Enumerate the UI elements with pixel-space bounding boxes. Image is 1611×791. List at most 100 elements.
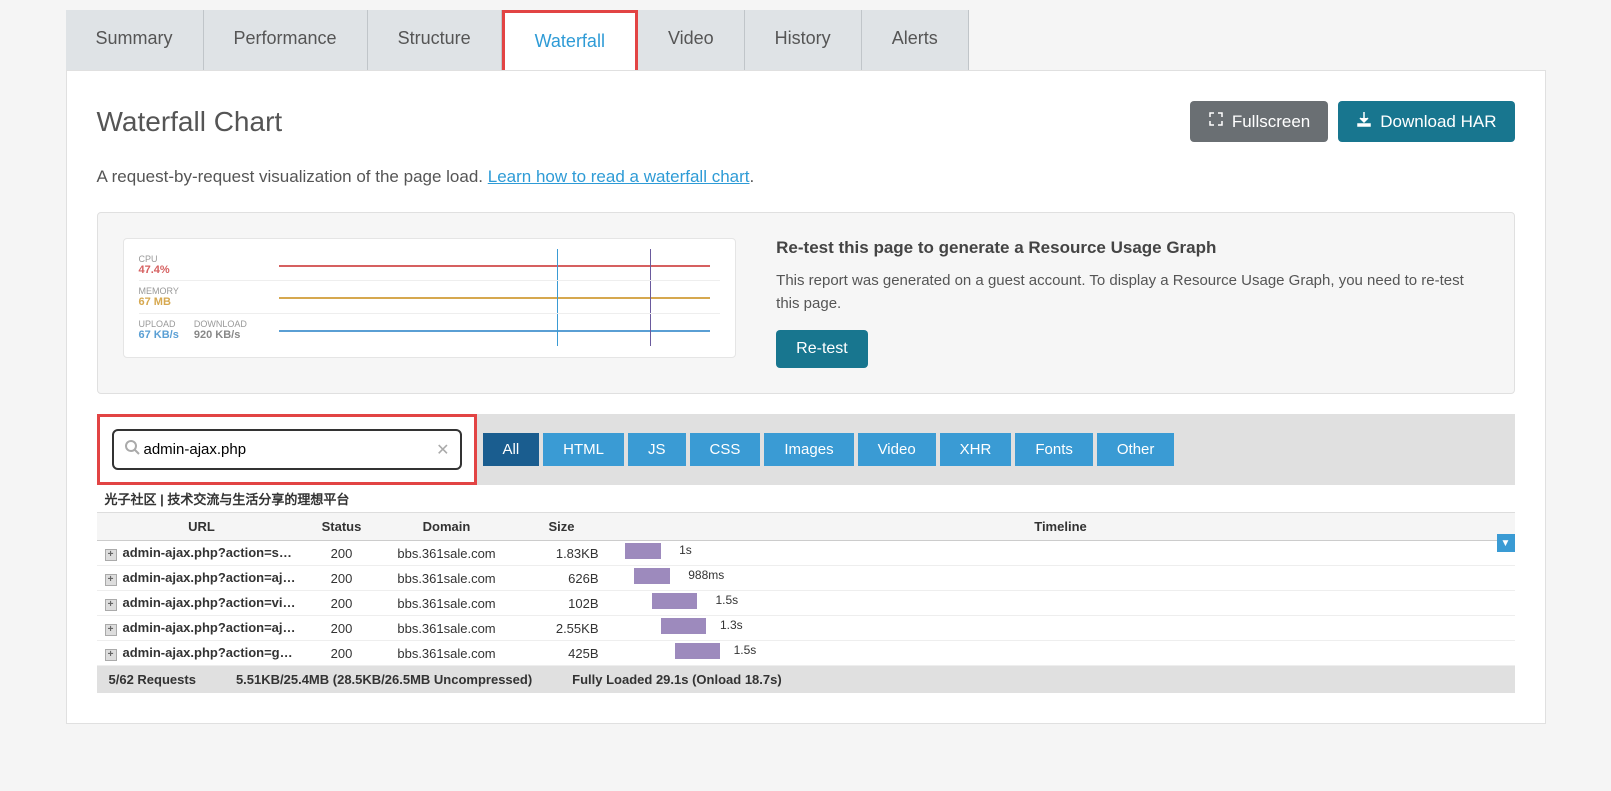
fullscreen-label: Fullscreen [1232, 112, 1310, 132]
description-suffix: . [750, 167, 755, 186]
status-timing: Fully Loaded 29.1s (Onload 18.7s) [572, 672, 782, 687]
timeline-label: 988ms [688, 568, 724, 582]
row-size: 102B [517, 591, 607, 616]
memory-line [279, 297, 711, 299]
timeline-label: 1.3s [720, 618, 743, 632]
timeline-bar [625, 543, 661, 559]
resource-graph-preview: CPU 47.4% MEMORY 67 MB [123, 238, 737, 358]
row-url: admin-ajax.php?action=ajax… [123, 570, 307, 585]
header-timeline[interactable]: Timeline ▼ [607, 513, 1515, 541]
row-size: 2.55KB [517, 616, 607, 641]
row-domain: bbs.361sale.com [377, 566, 517, 591]
expand-icon[interactable]: + [105, 624, 117, 636]
resource-usage-panel: CPU 47.4% MEMORY 67 MB [97, 212, 1515, 394]
table-row[interactable]: +admin-ajax.php?action=get_… 200 bbs.361… [97, 641, 1515, 666]
timeline-bar [652, 593, 697, 609]
header-domain[interactable]: Domain [377, 513, 517, 541]
tab-history[interactable]: History [745, 10, 862, 70]
tab-performance[interactable]: Performance [204, 10, 368, 70]
expand-icon[interactable]: + [105, 649, 117, 661]
header-status[interactable]: Status [307, 513, 377, 541]
row-status: 200 [307, 641, 377, 666]
row-domain: bbs.361sale.com [377, 541, 517, 566]
row-url: admin-ajax.php?action=ajax… [123, 620, 307, 635]
row-url: admin-ajax.php?action=get_… [123, 645, 307, 660]
description-prefix: A request-by-request visualization of th… [97, 167, 488, 186]
page-title: Waterfall Chart [97, 106, 283, 138]
row-size: 425B [517, 641, 607, 666]
status-requests: 5/62 Requests [109, 672, 196, 687]
table-row[interactable]: + admin-ajax.php?action=view… 200 bbs.361… [97, 591, 1515, 616]
timeline-label: 1.5s [715, 593, 738, 607]
filter-row: ✕ AllHTMLJSCSSImagesVideoXHRFontsOther [97, 414, 1515, 485]
row-timeline: 1.3s [607, 616, 1515, 641]
tab-waterfall[interactable]: Waterfall [502, 10, 638, 70]
cpu-value: 47.4% [139, 264, 249, 276]
info-body: This report was generated on a guest acc… [776, 270, 1488, 315]
download-har-button[interactable]: Download HAR [1338, 101, 1514, 142]
expand-icon[interactable]: + [105, 599, 117, 611]
filter-other[interactable]: Other [1097, 433, 1175, 466]
waterfall-table: URL Status Domain Size Timeline ▼ + admin… [97, 513, 1515, 666]
memory-label: MEMORY [139, 286, 249, 296]
filter-html[interactable]: HTML [543, 433, 624, 466]
timeline-bar [661, 618, 706, 634]
expand-icon[interactable]: + [105, 574, 117, 586]
page-subtitle: 光子社区 | 技术交流与生活分享的理想平台 [97, 485, 1515, 513]
row-timeline: 1.5s [607, 591, 1515, 616]
row-timeline: 988ms [607, 566, 1515, 591]
memory-value: 67 MB [139, 296, 249, 308]
filter-all[interactable]: All [483, 433, 540, 466]
tab-video[interactable]: Video [638, 10, 745, 70]
fullscreen-icon [1208, 111, 1224, 132]
timeline-bar [634, 568, 670, 584]
fullscreen-button[interactable]: Fullscreen [1190, 101, 1328, 142]
download-label: Download HAR [1380, 112, 1496, 132]
cpu-line [279, 265, 711, 267]
filter-css[interactable]: CSS [690, 433, 761, 466]
row-size: 1.83KB [517, 541, 607, 566]
tab-structure[interactable]: Structure [368, 10, 502, 70]
row-status: 200 [307, 591, 377, 616]
content-panel: Waterfall Chart Fullscreen [66, 70, 1546, 724]
table-row[interactable]: + admin-ajax.php?action=ajax… 200 bbs.361… [97, 566, 1515, 591]
row-domain: bbs.361sale.com [377, 616, 517, 641]
row-status: 200 [307, 566, 377, 591]
filter-images[interactable]: Images [764, 433, 853, 466]
filter-video[interactable]: Video [858, 433, 936, 466]
row-url: admin-ajax.php?action=sear… [123, 545, 307, 560]
status-bar: 5/62 Requests 5.51KB/25.4MB (28.5KB/26.5… [97, 666, 1515, 693]
header-size[interactable]: Size [517, 513, 607, 541]
filter-xhr[interactable]: XHR [940, 433, 1012, 466]
row-timeline: 1.5s [607, 641, 1515, 666]
row-domain: bbs.361sale.com [377, 591, 517, 616]
table-row[interactable]: + admin-ajax.php?action=sear… 200 bbs.361… [97, 541, 1515, 566]
row-status: 200 [307, 616, 377, 641]
filter-js[interactable]: JS [628, 433, 686, 466]
table-row[interactable]: + admin-ajax.php?action=ajax… 200 bbs.361… [97, 616, 1515, 641]
clear-icon[interactable]: ✕ [436, 440, 449, 460]
tab-summary[interactable]: Summary [66, 10, 204, 70]
main-tabs: SummaryPerformanceStructureWaterfallVide… [66, 10, 1546, 70]
filter-tabs: AllHTMLJSCSSImagesVideoXHRFontsOther [483, 433, 1175, 466]
row-timeline: 1s [607, 541, 1515, 566]
timeline-label: 1.5s [734, 643, 757, 657]
learn-link[interactable]: Learn how to read a waterfall chart [488, 167, 750, 186]
upload-label: UPLOAD [139, 319, 179, 329]
status-sizes: 5.51KB/25.4MB (28.5KB/26.5MB Uncompresse… [236, 672, 532, 687]
retest-button[interactable]: Re-test [776, 330, 868, 368]
info-title: Re-test this page to generate a Resource… [776, 238, 1488, 258]
header-url[interactable]: URL [97, 513, 307, 541]
tab-alerts[interactable]: Alerts [862, 10, 969, 70]
upload-value: 67 KB/s [139, 329, 179, 341]
filter-fonts[interactable]: Fonts [1015, 433, 1093, 466]
row-url: admin-ajax.php?action=view… [123, 595, 307, 610]
download-icon [1356, 111, 1372, 132]
network-line [279, 330, 711, 332]
search-box: ✕ [112, 429, 462, 470]
expand-icon[interactable]: + [105, 549, 117, 561]
waterfall-table-wrapper: 光子社区 | 技术交流与生活分享的理想平台 URL Status Domain … [97, 485, 1515, 693]
header-timeline-label: Timeline [1034, 519, 1087, 534]
row-status: 200 [307, 541, 377, 566]
search-input[interactable] [140, 437, 437, 462]
